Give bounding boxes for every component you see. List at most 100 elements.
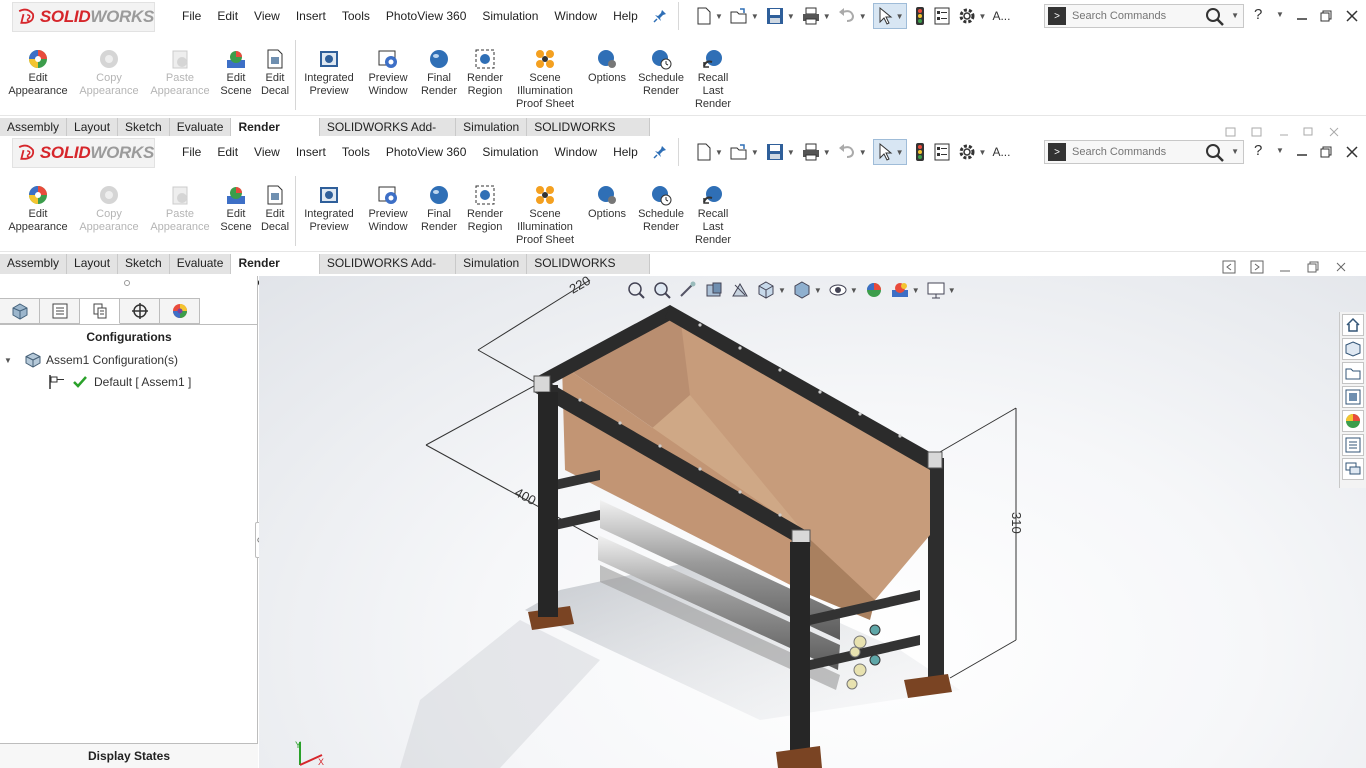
tab-layout[interactable]: Layout (67, 118, 119, 138)
design-library-button[interactable] (1342, 338, 1364, 360)
edit-appearance-button[interactable]: Edit Appearance (0, 184, 78, 234)
open-button[interactable]: ▼ (729, 139, 759, 165)
zoom-to-area-icon[interactable] (652, 280, 672, 300)
view-orientation-icon[interactable]: ▼ (756, 280, 786, 300)
restore-window-button[interactable] (1316, 6, 1336, 26)
tab-assembly[interactable]: Assembly (0, 118, 68, 138)
restore-window-button[interactable] (1316, 142, 1336, 162)
copy-appearance-button[interactable]: Copy Appearance (69, 184, 149, 234)
search-dropdown-icon[interactable]: ▼ (1231, 11, 1239, 20)
print-button[interactable]: ▼ (801, 3, 831, 29)
leg-back-right[interactable] (928, 458, 944, 678)
search-commands-input[interactable] (1072, 10, 1202, 22)
overflow-label[interactable]: A... (992, 145, 1010, 159)
menu-photoview-360[interactable]: PhotoView 360 (378, 136, 475, 168)
copy-appearance-button[interactable]: Copy Appearance (69, 48, 149, 98)
display-states-header[interactable]: Display States (0, 743, 258, 768)
options-button[interactable]: ▼ (957, 139, 986, 165)
edit-appearance-hud-icon[interactable] (864, 280, 884, 300)
new-document-button[interactable]: ▼ (695, 139, 723, 165)
dimension-label-height[interactable]: 310 (1009, 512, 1024, 534)
search-icon[interactable] (1205, 143, 1225, 163)
recall-last-render-button[interactable]: Recall Last Render (673, 184, 753, 247)
close-window-button[interactable] (1342, 142, 1362, 162)
menu-view[interactable]: View (246, 136, 288, 168)
menu-file[interactable]: File (174, 136, 209, 168)
tab-solidworks-add-ins[interactable]: SOLIDWORKS Add-Ins (319, 254, 457, 289)
search-icon[interactable] (1205, 7, 1225, 27)
help-dropdown-icon[interactable]: ▼ (1276, 10, 1284, 19)
configuration-manager-tab[interactable] (80, 298, 120, 324)
overflow-label[interactable]: A... (992, 9, 1010, 23)
select-button[interactable]: ▼ (872, 3, 907, 29)
solidworks-logo[interactable]: SOLIDWORKS (12, 2, 155, 32)
dynamic-annotation-icon[interactable] (730, 280, 750, 300)
display-style-icon[interactable]: ▼ (792, 280, 822, 300)
next-view-icon[interactable] (1250, 260, 1264, 274)
search-commands-input[interactable] (1072, 146, 1202, 158)
tab-evaluate[interactable]: Evaluate (169, 118, 232, 138)
pin-menu-icon[interactable] (652, 144, 668, 160)
previous-view-hud-icon[interactable] (678, 280, 698, 300)
minimize-window-button[interactable] (1292, 6, 1312, 26)
tab-render-tools[interactable]: Render Tools (231, 254, 320, 289)
open-button[interactable]: ▼ (729, 3, 759, 29)
section-view-icon[interactable] (704, 280, 724, 300)
menu-simulation[interactable]: Simulation (474, 0, 546, 32)
help-button[interactable]: ? (1254, 6, 1262, 23)
menu-edit[interactable]: Edit (209, 136, 246, 168)
custom-properties-button[interactable] (1342, 434, 1364, 456)
minimize-window-button[interactable] (1292, 142, 1312, 162)
tree-row-default[interactable]: Default [ Assem1 ] (48, 374, 191, 390)
recall-last-render-button[interactable]: Recall Last Render (673, 48, 753, 111)
select-button[interactable]: ▼ (872, 139, 907, 165)
zoom-to-fit-icon[interactable] (626, 280, 646, 300)
forum-button[interactable] (1342, 458, 1364, 480)
previous-view-icon[interactable] (1222, 260, 1236, 274)
solidworks-resources-button[interactable] (1342, 314, 1364, 336)
tab-evaluate[interactable]: Evaluate (169, 254, 232, 274)
rebuild-button[interactable] (913, 3, 927, 29)
undo-button[interactable]: ▼ (837, 3, 867, 29)
menu-tools[interactable]: Tools (334, 136, 378, 168)
display-manager-tab[interactable] (160, 298, 200, 324)
menu-simulation[interactable]: Simulation (474, 136, 546, 168)
dimxpert-tab[interactable] (120, 298, 160, 324)
menu-help[interactable]: Help (605, 136, 646, 168)
view-settings-icon[interactable]: ▼ (926, 280, 956, 300)
tab-solidworks-add-ins[interactable]: SOLIDWORKS Add-Ins (319, 118, 457, 153)
solidworks-logo[interactable]: SOLIDWORKS (12, 138, 155, 168)
tab-layout[interactable]: Layout (67, 254, 119, 274)
hide-show-items-icon[interactable]: ▼ (828, 280, 858, 300)
menu-insert[interactable]: Insert (288, 0, 334, 32)
hopper-model[interactable]: 220 400 310 Y X (259, 276, 1366, 768)
leg-front-left[interactable] (538, 392, 558, 617)
file-properties-button[interactable] (933, 139, 951, 165)
tree-row-root[interactable]: ▼ Assem1 Configuration(s) (4, 352, 178, 368)
leg-front-right[interactable] (790, 542, 810, 764)
save-button[interactable]: ▼ (765, 139, 795, 165)
tab-simulation[interactable]: Simulation (456, 118, 528, 138)
tab-assembly[interactable]: Assembly (0, 254, 68, 274)
search-commands-box[interactable]: > ▼ (1044, 4, 1244, 28)
tab-solidworks-mbd[interactable]: SOLIDWORKS MBD (527, 254, 650, 289)
pin-menu-icon[interactable] (652, 8, 668, 24)
view-palette-button[interactable] (1342, 386, 1364, 408)
pane-grip[interactable] (124, 280, 130, 286)
options-button[interactable]: ▼ (957, 3, 986, 29)
appearances-scenes-button[interactable] (1342, 410, 1364, 432)
tab-solidworks-mbd[interactable]: SOLIDWORKS MBD (527, 118, 650, 153)
menu-file[interactable]: File (174, 0, 209, 32)
menu-window[interactable]: Window (546, 136, 605, 168)
restore-viewport-icon[interactable] (1306, 260, 1320, 274)
help-button[interactable]: ? (1254, 142, 1262, 159)
tab-sketch[interactable]: Sketch (118, 254, 170, 274)
help-dropdown-icon[interactable]: ▼ (1276, 146, 1284, 155)
search-commands-box[interactable]: > ▼ (1044, 140, 1244, 164)
search-dropdown-icon[interactable]: ▼ (1231, 147, 1239, 156)
rebuild-button[interactable] (913, 139, 927, 165)
menu-insert[interactable]: Insert (288, 136, 334, 168)
close-viewport-icon[interactable] (1334, 260, 1348, 274)
menu-help[interactable]: Help (605, 0, 646, 32)
undo-button[interactable]: ▼ (837, 139, 867, 165)
